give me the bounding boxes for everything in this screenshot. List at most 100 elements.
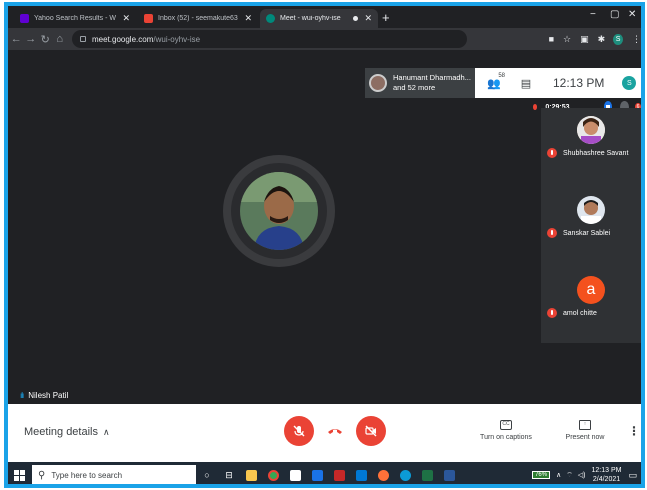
tab-title: Meet - wui-oyhv-ise xyxy=(280,15,341,22)
meeting-details-button[interactable]: Meeting details ∧ xyxy=(24,426,110,438)
chat-icon[interactable]: ▤ xyxy=(513,77,539,90)
present-icon: ↑ xyxy=(579,420,591,430)
home-button[interactable]: ⌂ xyxy=(54,33,67,45)
participant-avatar xyxy=(577,196,605,224)
meeting-clock: 12:13 PM xyxy=(553,76,605,90)
maximize-button[interactable]: ▢ xyxy=(610,9,619,20)
extension-icon[interactable]: ▣ xyxy=(580,34,589,45)
chrome-icon[interactable] xyxy=(262,465,284,484)
network-icon[interactable]: ∧ xyxy=(556,471,561,479)
people-icon[interactable]: 👥 58 xyxy=(481,73,507,90)
camera-toggle-button[interactable] xyxy=(356,416,386,446)
participant-name: Shubhashree Savant xyxy=(563,150,629,157)
close-tab-icon[interactable]: ✕ xyxy=(364,13,372,24)
present-label: Present now xyxy=(565,434,605,441)
file-explorer-icon[interactable] xyxy=(240,465,262,484)
back-button[interactable]: ← xyxy=(10,33,23,45)
firefox-icon[interactable] xyxy=(372,465,394,484)
participant-tile[interactable]: Shubhashree Savant xyxy=(541,108,641,188)
start-button[interactable] xyxy=(10,469,28,481)
captions-icon: CC xyxy=(500,420,512,430)
new-tab-button[interactable]: + xyxy=(382,10,390,25)
account-avatar[interactable]: S xyxy=(622,76,637,90)
close-window-button[interactable]: ✕ xyxy=(628,9,636,20)
url-path: /wui-oyhv-ise xyxy=(153,34,201,44)
meeting-details-label: Meeting details xyxy=(24,426,98,438)
reload-button[interactable]: ↻ xyxy=(39,33,52,46)
taskbar-search-placeholder: Type here to search xyxy=(51,470,123,480)
system-tray: 76% ∧ ⌔ ◁) 12:13 PM 2/4/2021 ▭ xyxy=(532,462,637,484)
cortana-icon[interactable]: ○ xyxy=(196,465,218,484)
mic-off-icon xyxy=(293,425,305,437)
mic-toggle-button[interactable] xyxy=(284,416,314,446)
windows-logo-icon xyxy=(13,469,25,481)
browser-tab-strip: Yahoo Search Results - Web sea ✕ Inbox (… xyxy=(8,6,641,28)
present-now-button[interactable]: ↑ Present now xyxy=(550,420,620,441)
taskbar-time: 12:13 PM xyxy=(591,467,622,474)
presenter-chip[interactable]: Hanumant Dharmadh... and 52 more xyxy=(365,68,475,98)
excel-icon[interactable] xyxy=(416,465,438,484)
yahoo-favicon-icon xyxy=(20,14,29,23)
recording-indicator-icon xyxy=(353,16,359,21)
recording-dot-icon xyxy=(533,104,538,110)
tab-title: Yahoo Search Results - Web sea xyxy=(34,15,116,22)
tab-gmail[interactable]: Inbox (52) - seemakute63@gma ✕ xyxy=(138,9,258,28)
participant-tiles: Shubhashree Savant Sanskar Sablei a amol… xyxy=(541,108,641,343)
close-tab-icon[interactable]: ✕ xyxy=(122,13,130,24)
speaker-name: Nilesh Patil xyxy=(28,391,69,400)
mcafee-icon[interactable] xyxy=(328,465,350,484)
tab-yahoo[interactable]: Yahoo Search Results - Web sea ✕ xyxy=(14,9,136,28)
mail-icon[interactable] xyxy=(350,465,372,484)
speaker-avatar xyxy=(223,155,335,267)
leave-call-button[interactable] xyxy=(320,416,350,446)
meet-favicon-icon xyxy=(266,14,275,23)
captions-button[interactable]: CC Turn on captions xyxy=(471,420,541,441)
presenter-name: Hanumant Dharmadh... xyxy=(393,73,471,82)
presenter-more: and 52 more xyxy=(393,83,436,92)
browser-menu-icon[interactable]: ⋮ xyxy=(632,34,641,45)
camera-indicator-icon[interactable]: ■ xyxy=(549,34,554,44)
task-view-icon[interactable]: ⊟ xyxy=(218,465,240,484)
meet-controls-bar: Meeting details ∧ CC Turn on captions ↑ P… xyxy=(8,404,641,462)
muted-mic-icon xyxy=(547,228,557,238)
participant-tile[interactable]: a amol chitte xyxy=(541,268,641,348)
captions-label: Turn on captions xyxy=(480,434,532,441)
taskbar-date: 2/4/2021 xyxy=(592,476,621,483)
notifications-icon[interactable]: ▭ xyxy=(628,470,637,481)
taskbar-clock[interactable]: 12:13 PM 2/4/2021 xyxy=(592,466,622,484)
app-l-icon[interactable] xyxy=(306,465,328,484)
lock-icon xyxy=(80,36,86,42)
meet-stage: Hanumant Dharmadh... and 52 more 👥 58 ▤ 1… xyxy=(8,50,641,404)
tab-title: Inbox (52) - seemakute63@gma xyxy=(158,15,238,22)
participant-name: Sanskar Sablei xyxy=(563,230,611,237)
participant-avatar xyxy=(577,116,605,144)
edge-icon[interactable] xyxy=(394,465,416,484)
more-options-icon[interactable]: ⋮ xyxy=(628,424,640,438)
windows-taskbar: ⚲ Type here to search ○ ⊟ 76% ∧ ⌔ ◁) 12:… xyxy=(8,462,641,484)
browser-toolbar: ← → ↻ ⌂ meet.google.com /wui-oyhv-ise ■ … xyxy=(8,28,641,50)
minimize-button[interactable]: − xyxy=(590,9,596,20)
meet-top-panel: 👥 58 ▤ 12:13 PM S xyxy=(475,68,641,98)
store-icon[interactable] xyxy=(284,465,306,484)
participant-count-badge: 58 xyxy=(498,72,505,79)
audio-level-icon: ılı xyxy=(20,391,24,400)
speaker-photo xyxy=(240,172,318,250)
word-icon[interactable] xyxy=(438,465,460,484)
battery-indicator[interactable]: 76% xyxy=(532,471,551,479)
address-bar[interactable]: meet.google.com /wui-oyhv-ise xyxy=(72,30,467,48)
bookmark-star-icon[interactable]: ☆ xyxy=(563,34,571,45)
wifi-icon[interactable]: ⌔ xyxy=(566,471,573,480)
close-tab-icon[interactable]: ✕ xyxy=(244,13,252,24)
url-host: meet.google.com xyxy=(92,34,154,44)
volume-icon[interactable]: ◁) xyxy=(578,471,586,479)
tab-meet[interactable]: Meet - wui-oyhv-ise ✕ xyxy=(260,9,378,28)
taskbar-search-box[interactable]: ⚲ Type here to search xyxy=(32,465,196,484)
browser-profile-avatar[interactable]: S xyxy=(613,33,623,45)
camera-off-icon xyxy=(365,425,377,437)
hang-up-icon xyxy=(328,429,342,434)
participant-tile[interactable]: Sanskar Sablei xyxy=(541,188,641,268)
forward-button[interactable]: → xyxy=(25,33,38,45)
chevron-up-icon: ∧ xyxy=(103,427,110,437)
gmail-favicon-icon xyxy=(144,14,153,23)
puzzle-icon[interactable]: ✱ xyxy=(598,34,606,45)
